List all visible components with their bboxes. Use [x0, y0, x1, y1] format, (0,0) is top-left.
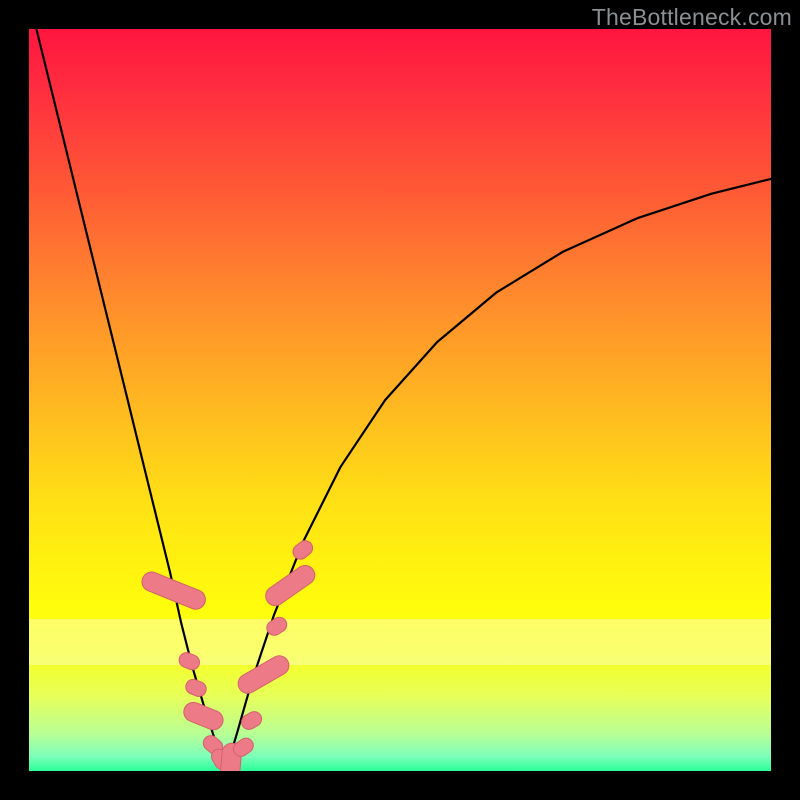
curve-group	[36, 29, 771, 771]
marker-2	[184, 677, 209, 699]
marker-11	[262, 562, 319, 610]
marker-0	[139, 569, 208, 612]
chart-frame: TheBottleneck.com	[0, 0, 800, 800]
marker-1	[177, 650, 202, 672]
curve-right-branch	[226, 179, 771, 771]
watermark-text: TheBottleneck.com	[592, 4, 792, 31]
marker-group	[139, 538, 318, 771]
curve-layer	[29, 29, 771, 771]
marker-9	[235, 652, 293, 697]
marker-12	[290, 538, 316, 562]
plot-area	[29, 29, 771, 771]
